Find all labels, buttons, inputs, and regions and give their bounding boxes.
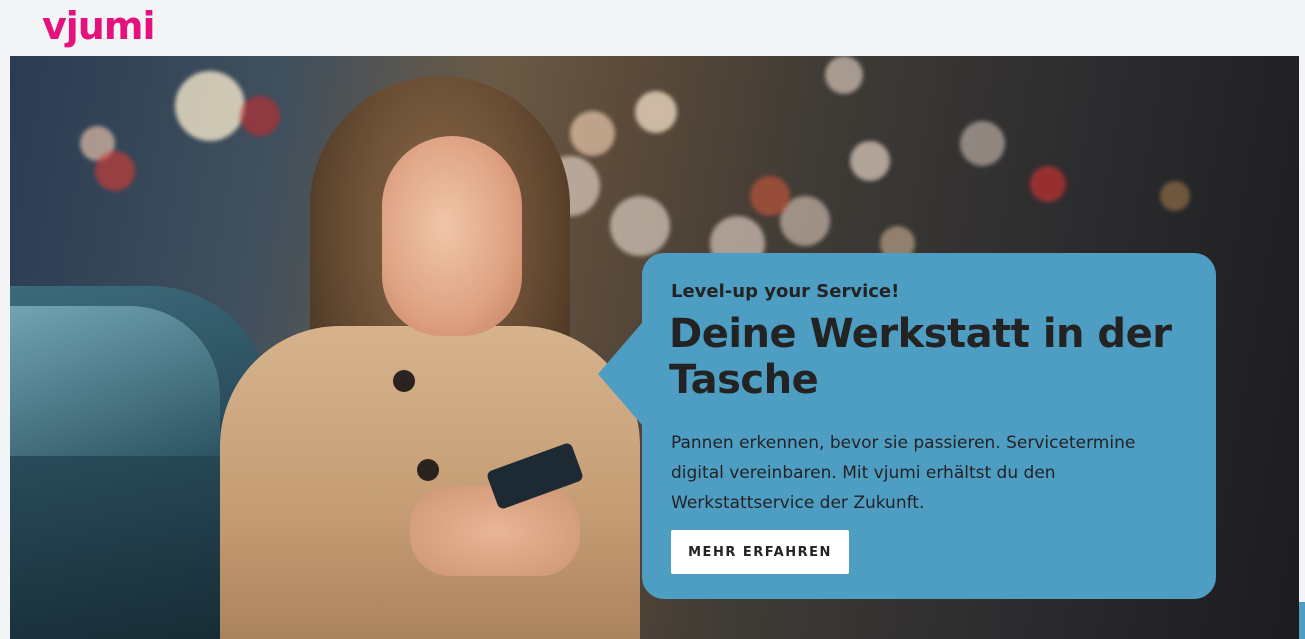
bokeh-light xyxy=(240,96,280,136)
mehr-erfahren-button[interactable]: MEHR ERFAHREN xyxy=(671,530,849,574)
bokeh-light xyxy=(960,121,1005,166)
hero-section: Level-up your Service! Deine Werkstatt i… xyxy=(10,56,1299,639)
hero-description: Pannen erkennen, bevor sie passieren. Se… xyxy=(671,433,1136,513)
bokeh-light xyxy=(750,176,790,216)
bokeh-light xyxy=(850,141,890,181)
site-header: vjumi xyxy=(0,0,1305,56)
coat-button xyxy=(417,459,439,481)
bokeh-light xyxy=(1030,166,1066,202)
vjumi-logo[interactable]: vjumi xyxy=(42,4,155,48)
bokeh-light xyxy=(610,196,670,256)
bokeh-light xyxy=(1160,181,1190,211)
hero-headline: Deine Werkstatt in der Tasche xyxy=(669,311,1172,403)
bokeh-light xyxy=(635,91,677,133)
coat-button xyxy=(393,370,415,392)
bokeh-light xyxy=(570,111,615,156)
speech-bubble-tail xyxy=(598,316,648,432)
bokeh-light xyxy=(175,71,245,141)
hero-eyebrow: Level-up your Service! xyxy=(671,281,900,302)
bokeh-light xyxy=(825,56,863,94)
woman-face xyxy=(382,136,522,336)
woman-coat xyxy=(220,326,640,639)
scroll-to-top-accent[interactable] xyxy=(1299,602,1305,639)
car-window xyxy=(10,306,220,456)
bokeh-light xyxy=(95,151,135,191)
hero-card: Level-up your Service! Deine Werkstatt i… xyxy=(642,253,1216,599)
